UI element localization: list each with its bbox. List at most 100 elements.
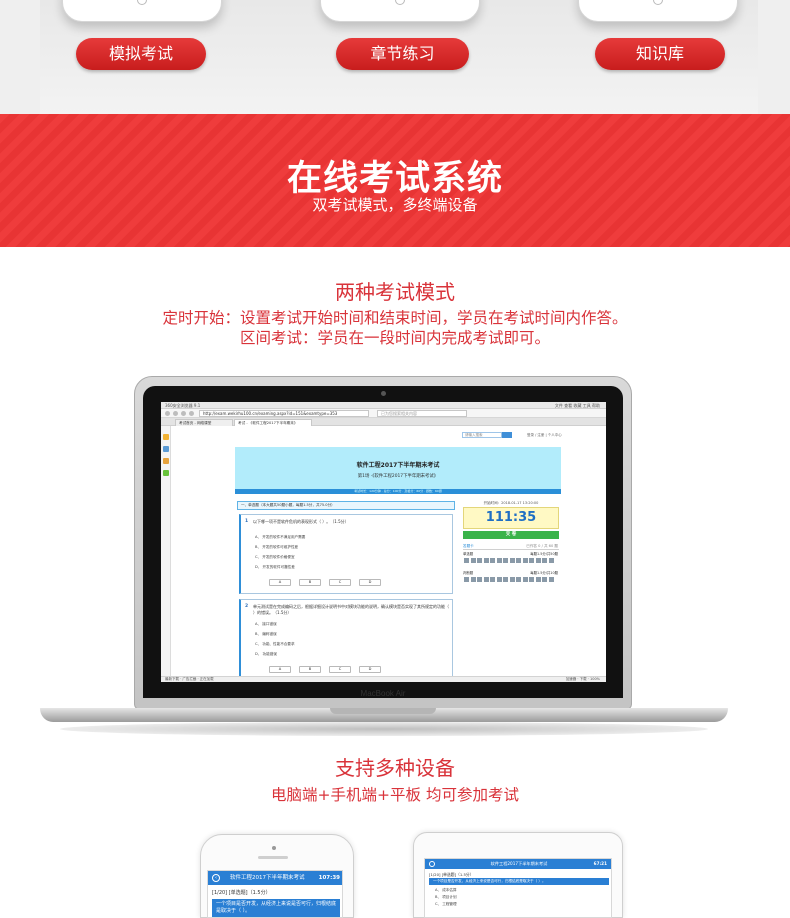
answer-cell[interactable] bbox=[522, 577, 528, 582]
page-search-button[interactable] bbox=[502, 432, 512, 438]
answer-group-single: 单选题 每题1.5分/共50题 bbox=[463, 552, 559, 557]
answer-cell[interactable] bbox=[509, 577, 515, 582]
chapter-practice-button[interactable]: 章节练习 bbox=[336, 38, 469, 70]
choice-b-button[interactable]: B bbox=[299, 666, 321, 673]
answer-cell[interactable] bbox=[464, 577, 469, 582]
choice-d-button[interactable]: D bbox=[359, 579, 381, 586]
choice-c-button[interactable]: C bbox=[329, 579, 351, 586]
answer-cell[interactable] bbox=[516, 558, 521, 563]
answer-cell[interactable] bbox=[477, 558, 482, 563]
tablet-screen: 软件工程2017下半年期末考试 67:21 [1/20] [单选题]（1.5分）… bbox=[424, 858, 612, 918]
answer-card-label: 答题卡 bbox=[463, 544, 474, 548]
answer-cell[interactable] bbox=[529, 558, 534, 563]
choice-a-button[interactable]: A bbox=[269, 666, 291, 673]
phone-camera-icon bbox=[272, 846, 276, 850]
answer-cell[interactable] bbox=[490, 577, 495, 582]
answer-cell[interactable] bbox=[477, 577, 482, 582]
weibo-icon[interactable] bbox=[163, 458, 169, 464]
choice-c-button[interactable]: C bbox=[329, 666, 351, 673]
answer-cell[interactable] bbox=[548, 577, 554, 582]
exam-title: 软件工程2017下半年期末考试 bbox=[356, 462, 440, 469]
group-score: 每题1.5分/共10题 bbox=[530, 571, 558, 575]
countdown-timer: 111:35 bbox=[463, 507, 559, 529]
page-search-input[interactable]: 请输入搜索 bbox=[462, 432, 502, 438]
answer-cell[interactable] bbox=[542, 577, 547, 582]
tab-exam-current[interactable]: 考试 - 《软件工程2017下半年期末》 bbox=[234, 419, 312, 426]
answer-cell[interactable] bbox=[470, 577, 476, 582]
phone-bottom-image bbox=[578, 0, 738, 22]
devices-line: 电脑端+手机端+平板 均可参加考试 bbox=[271, 786, 519, 804]
exam-header: 软件工程2017下半年期末考试 第1场 ·《软件工程2017下半年期末考试》 bbox=[235, 447, 561, 489]
answer-cell[interactable] bbox=[522, 558, 528, 563]
history-icon[interactable] bbox=[163, 446, 169, 452]
phone-speaker bbox=[258, 856, 288, 859]
question-option[interactable]: B、 编码错误 bbox=[255, 632, 277, 637]
answer-group-judge: 判断题 每题1.5分/共10题 bbox=[463, 571, 559, 576]
browser-menu[interactable]: 文件 查看 收藏 工具 帮助 bbox=[555, 402, 600, 409]
answer-cell[interactable] bbox=[516, 577, 521, 582]
answer-cell[interactable] bbox=[496, 558, 502, 563]
favorites-icon[interactable] bbox=[163, 434, 169, 440]
tablet-option[interactable]: A、 成本估算 bbox=[435, 888, 457, 893]
back-icon[interactable]: ‹ bbox=[212, 874, 220, 882]
home-button-icon bbox=[653, 0, 663, 5]
tablet-header: 软件工程2017下半年期末考试 67:21 bbox=[425, 859, 611, 869]
choice-a-button[interactable]: A bbox=[269, 579, 291, 586]
browser-navbar: http://exam.wekirhu100.cn/examing.aspx?i… bbox=[161, 409, 606, 418]
browser-search-input[interactable]: 已为您搜索相关内容 bbox=[377, 410, 467, 417]
answer-card-progress: 已作答 0 / 共 60 题 bbox=[526, 544, 558, 548]
phone-bottom-image bbox=[320, 0, 480, 22]
group-label: 单选题 bbox=[463, 552, 474, 556]
tablet-option[interactable]: C、 工程管理 bbox=[435, 902, 457, 907]
browser-statusbar: 最新下载 · 广告拦截 · 正在加载 加速器 · 下载 · 100% bbox=[161, 676, 606, 682]
tab-exam-home[interactable]: 考试首页 - 网络课堂 bbox=[175, 419, 233, 426]
answer-cell[interactable] bbox=[496, 577, 502, 582]
refresh-icon[interactable] bbox=[181, 411, 186, 416]
timer-panel: 开始时间：2018-01-17 13:20:00 111:35 交 卷 答题卡 … bbox=[461, 501, 561, 601]
phone-question-meta: [1/20] [单选题]（1.5分） bbox=[212, 890, 271, 896]
browser-sidebar bbox=[161, 426, 171, 676]
choice-b-button[interactable]: B bbox=[299, 579, 321, 586]
question-option[interactable]: D、 功能错误 bbox=[255, 652, 277, 657]
question-card: 1 以下哪一项不是软件危机的表现形式（ ）。（1.5分） A、 开发的软件不满足… bbox=[239, 514, 453, 594]
browser-tabbar: 考试首页 - 网络课堂 考试 - 《软件工程2017下半年期末》 bbox=[161, 418, 606, 426]
submit-exam-button[interactable]: 交 卷 bbox=[463, 531, 559, 539]
home-button-icon bbox=[395, 0, 405, 5]
question-option[interactable]: A、 接口错误 bbox=[255, 622, 277, 627]
answer-cell[interactable] bbox=[490, 558, 495, 563]
exam-subtitle: 第1场 ·《软件工程2017下半年期末考试》 bbox=[357, 474, 439, 479]
question-option[interactable]: C、 开发的软件价格便宜 bbox=[255, 555, 295, 560]
answer-cell[interactable] bbox=[483, 558, 489, 563]
question-option[interactable]: C、 功能、性能不合要求 bbox=[255, 642, 295, 647]
question-option[interactable]: A、 开发的软件不满足用户需要 bbox=[255, 535, 305, 540]
home-icon[interactable] bbox=[189, 411, 194, 416]
knowledge-base-button[interactable]: 知识库 bbox=[595, 38, 725, 70]
tablet-option[interactable]: B、 项目计划 bbox=[435, 895, 457, 900]
answer-cell[interactable] bbox=[509, 558, 515, 563]
phone-timer: 107:39 bbox=[318, 875, 340, 881]
answer-cell[interactable] bbox=[535, 558, 541, 563]
app-icon[interactable] bbox=[163, 470, 169, 476]
answer-cell[interactable] bbox=[464, 558, 469, 563]
answer-cell[interactable] bbox=[529, 577, 534, 582]
devices-title: 支持多种设备 bbox=[335, 756, 455, 780]
answer-cell[interactable] bbox=[483, 577, 489, 582]
answer-cell[interactable] bbox=[503, 558, 508, 563]
mock-exam-button[interactable]: 模拟考试 bbox=[76, 38, 206, 70]
login-link[interactable]: 登录 / 注册 | 个人中心 bbox=[527, 432, 562, 438]
answer-cell[interactable] bbox=[542, 558, 547, 563]
back-icon[interactable] bbox=[165, 411, 170, 416]
answer-cell[interactable] bbox=[503, 577, 508, 582]
answer-cell[interactable] bbox=[535, 577, 541, 582]
question-number: 1 bbox=[245, 519, 249, 524]
choice-d-button[interactable]: D bbox=[359, 666, 381, 673]
address-bar[interactable]: http://exam.wekirhu100.cn/examing.aspx?i… bbox=[199, 410, 369, 417]
forward-icon[interactable] bbox=[173, 411, 178, 416]
question-option[interactable]: D、 开发的软件可靠性差 bbox=[255, 565, 295, 570]
answer-cell[interactable] bbox=[548, 558, 554, 563]
banner-subtitle: 双考试模式，多终端设备 bbox=[312, 196, 478, 214]
laptop-brand: MacBook Air bbox=[360, 689, 406, 698]
camera-icon bbox=[381, 391, 386, 396]
question-option[interactable]: B、 开发的软件可维护性差 bbox=[255, 545, 298, 550]
answer-cell[interactable] bbox=[470, 558, 476, 563]
